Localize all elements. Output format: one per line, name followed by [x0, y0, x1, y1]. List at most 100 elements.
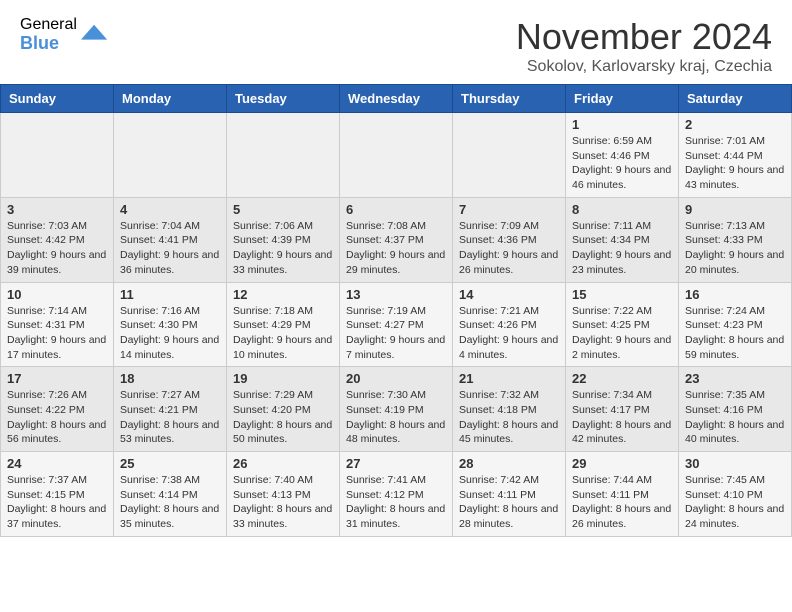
calendar-cell: 20 Sunrise: 7:30 AM Sunset: 4:19 PM Dayli… — [340, 367, 453, 452]
day-info: Sunrise: 7:45 AM Sunset: 4:10 PM Dayligh… — [685, 473, 785, 532]
day-number: 23 — [685, 371, 785, 386]
calendar-cell: 15 Sunrise: 7:22 AM Sunset: 4:25 PM Dayli… — [566, 282, 679, 367]
calendar-cell — [1, 113, 114, 198]
day-number: 8 — [572, 202, 672, 217]
day-number: 21 — [459, 371, 559, 386]
day-info: Sunrise: 7:14 AM Sunset: 4:31 PM Dayligh… — [7, 304, 107, 363]
calendar-cell: 22 Sunrise: 7:34 AM Sunset: 4:17 PM Dayli… — [566, 367, 679, 452]
day-number: 19 — [233, 371, 333, 386]
calendar-cell: 13 Sunrise: 7:19 AM Sunset: 4:27 PM Dayli… — [340, 282, 453, 367]
logo-icon — [81, 21, 109, 49]
day-number: 17 — [7, 371, 107, 386]
day-info: Sunrise: 7:40 AM Sunset: 4:13 PM Dayligh… — [233, 473, 333, 532]
calendar-cell: 17 Sunrise: 7:26 AM Sunset: 4:22 PM Dayli… — [1, 367, 114, 452]
day-number: 14 — [459, 287, 559, 302]
day-number: 30 — [685, 456, 785, 471]
location: Sokolov, Karlovarsky kraj, Czechia — [516, 58, 772, 76]
weekday-tuesday: Tuesday — [227, 85, 340, 113]
calendar-cell: 11 Sunrise: 7:16 AM Sunset: 4:30 PM Dayli… — [114, 282, 227, 367]
day-number: 12 — [233, 287, 333, 302]
day-info: Sunrise: 7:04 AM Sunset: 4:41 PM Dayligh… — [120, 219, 220, 278]
calendar-cell: 19 Sunrise: 7:29 AM Sunset: 4:20 PM Dayli… — [227, 367, 340, 452]
weekday-wednesday: Wednesday — [340, 85, 453, 113]
day-info: Sunrise: 7:01 AM Sunset: 4:44 PM Dayligh… — [685, 134, 785, 193]
day-info: Sunrise: 7:35 AM Sunset: 4:16 PM Dayligh… — [685, 388, 785, 447]
calendar-cell: 23 Sunrise: 7:35 AM Sunset: 4:16 PM Dayli… — [679, 367, 792, 452]
day-number: 4 — [120, 202, 220, 217]
week-row-2: 3 Sunrise: 7:03 AM Sunset: 4:42 PM Daylig… — [1, 197, 792, 282]
day-info: Sunrise: 7:22 AM Sunset: 4:25 PM Dayligh… — [572, 304, 672, 363]
day-info: Sunrise: 7:06 AM Sunset: 4:39 PM Dayligh… — [233, 219, 333, 278]
day-number: 22 — [572, 371, 672, 386]
calendar-cell: 26Sunrise: 7:40 AM Sunset: 4:13 PM Dayli… — [227, 452, 340, 537]
calendar-cell: 14 Sunrise: 7:21 AM Sunset: 4:26 PM Dayli… — [453, 282, 566, 367]
calendar-cell: 9 Sunrise: 7:13 AM Sunset: 4:33 PM Daylig… — [679, 197, 792, 282]
day-info: Sunrise: 7:27 AM Sunset: 4:21 PM Dayligh… — [120, 388, 220, 447]
calendar-cell: 6Sunrise: 7:08 AM Sunset: 4:37 PM Daylig… — [340, 197, 453, 282]
weekday-thursday: Thursday — [453, 85, 566, 113]
day-info: Sunrise: 7:11 AM Sunset: 4:34 PM Dayligh… — [572, 219, 672, 278]
calendar-cell: 3 Sunrise: 7:03 AM Sunset: 4:42 PM Daylig… — [1, 197, 114, 282]
day-number: 15 — [572, 287, 672, 302]
calendar-cell: 7Sunrise: 7:09 AM Sunset: 4:36 PM Daylig… — [453, 197, 566, 282]
calendar-cell: 30 Sunrise: 7:45 AM Sunset: 4:10 PM Dayli… — [679, 452, 792, 537]
calendar-cell: 10Sunrise: 7:14 AM Sunset: 4:31 PM Dayli… — [1, 282, 114, 367]
calendar-cell: 5 Sunrise: 7:06 AM Sunset: 4:39 PM Daylig… — [227, 197, 340, 282]
calendar-cell — [227, 113, 340, 198]
day-number: 1 — [572, 117, 672, 132]
calendar-cell: 12 Sunrise: 7:18 AM Sunset: 4:29 PM Dayli… — [227, 282, 340, 367]
calendar-table: SundayMondayTuesdayWednesdayThursdayFrid… — [0, 84, 792, 537]
calendar-cell — [114, 113, 227, 198]
day-number: 2 — [685, 117, 785, 132]
day-number: 18 — [120, 371, 220, 386]
calendar-cell: 8 Sunrise: 7:11 AM Sunset: 4:34 PM Daylig… — [566, 197, 679, 282]
day-number: 5 — [233, 202, 333, 217]
day-info: Sunrise: 7:44 AM Sunset: 4:11 PM Dayligh… — [572, 473, 672, 532]
calendar-cell — [340, 113, 453, 198]
calendar-cell: 4 Sunrise: 7:04 AM Sunset: 4:41 PM Daylig… — [114, 197, 227, 282]
logo-general: General — [20, 16, 77, 34]
day-info: Sunrise: 7:18 AM Sunset: 4:29 PM Dayligh… — [233, 304, 333, 363]
week-row-1: 1Sunrise: 6:59 AM Sunset: 4:46 PM Daylig… — [1, 113, 792, 198]
title-block: November 2024 Sokolov, Karlovarsky kraj,… — [516, 16, 772, 76]
day-info: Sunrise: 7:30 AM Sunset: 4:19 PM Dayligh… — [346, 388, 446, 447]
day-number: 27 — [346, 456, 446, 471]
day-info: Sunrise: 7:08 AM Sunset: 4:37 PM Dayligh… — [346, 219, 446, 278]
day-info: Sunrise: 7:37 AM Sunset: 4:15 PM Dayligh… — [7, 473, 107, 532]
day-info: Sunrise: 7:38 AM Sunset: 4:14 PM Dayligh… — [120, 473, 220, 532]
week-row-5: 24Sunrise: 7:37 AM Sunset: 4:15 PM Dayli… — [1, 452, 792, 537]
day-number: 11 — [120, 287, 220, 302]
day-info: Sunrise: 7:29 AM Sunset: 4:20 PM Dayligh… — [233, 388, 333, 447]
day-info: Sunrise: 7:41 AM Sunset: 4:12 PM Dayligh… — [346, 473, 446, 532]
weekday-header-row: SundayMondayTuesdayWednesdayThursdayFrid… — [1, 85, 792, 113]
week-row-4: 17 Sunrise: 7:26 AM Sunset: 4:22 PM Dayli… — [1, 367, 792, 452]
day-info: Sunrise: 7:19 AM Sunset: 4:27 PM Dayligh… — [346, 304, 446, 363]
day-info: Sunrise: 7:13 AM Sunset: 4:33 PM Dayligh… — [685, 219, 785, 278]
day-number: 9 — [685, 202, 785, 217]
day-info: Sunrise: 7:16 AM Sunset: 4:30 PM Dayligh… — [120, 304, 220, 363]
day-number: 13 — [346, 287, 446, 302]
weekday-friday: Friday — [566, 85, 679, 113]
calendar-cell: 28Sunrise: 7:42 AM Sunset: 4:11 PM Dayli… — [453, 452, 566, 537]
logo-blue: Blue — [20, 34, 77, 54]
day-info: Sunrise: 7:34 AM Sunset: 4:17 PM Dayligh… — [572, 388, 672, 447]
calendar-cell — [453, 113, 566, 198]
calendar-cell: 18 Sunrise: 7:27 AM Sunset: 4:21 PM Dayli… — [114, 367, 227, 452]
day-info: Sunrise: 7:26 AM Sunset: 4:22 PM Dayligh… — [7, 388, 107, 447]
day-info: Sunrise: 7:32 AM Sunset: 4:18 PM Dayligh… — [459, 388, 559, 447]
day-number: 25 — [120, 456, 220, 471]
day-number: 3 — [7, 202, 107, 217]
month-title: November 2024 — [516, 16, 772, 58]
day-number: 20 — [346, 371, 446, 386]
calendar-cell: 21 Sunrise: 7:32 AM Sunset: 4:18 PM Dayli… — [453, 367, 566, 452]
calendar-cell: 2 Sunrise: 7:01 AM Sunset: 4:44 PM Daylig… — [679, 113, 792, 198]
weekday-saturday: Saturday — [679, 85, 792, 113]
day-info: Sunrise: 7:21 AM Sunset: 4:26 PM Dayligh… — [459, 304, 559, 363]
calendar-cell: 25 Sunrise: 7:38 AM Sunset: 4:14 PM Dayli… — [114, 452, 227, 537]
logo: General Blue — [20, 16, 109, 53]
week-row-3: 10Sunrise: 7:14 AM Sunset: 4:31 PM Dayli… — [1, 282, 792, 367]
calendar-cell: 29Sunrise: 7:44 AM Sunset: 4:11 PM Dayli… — [566, 452, 679, 537]
page-header: General Blue November 2024 Sokolov, Karl… — [0, 0, 792, 84]
day-info: Sunrise: 7:42 AM Sunset: 4:11 PM Dayligh… — [459, 473, 559, 532]
day-info: Sunrise: 7:03 AM Sunset: 4:42 PM Dayligh… — [7, 219, 107, 278]
